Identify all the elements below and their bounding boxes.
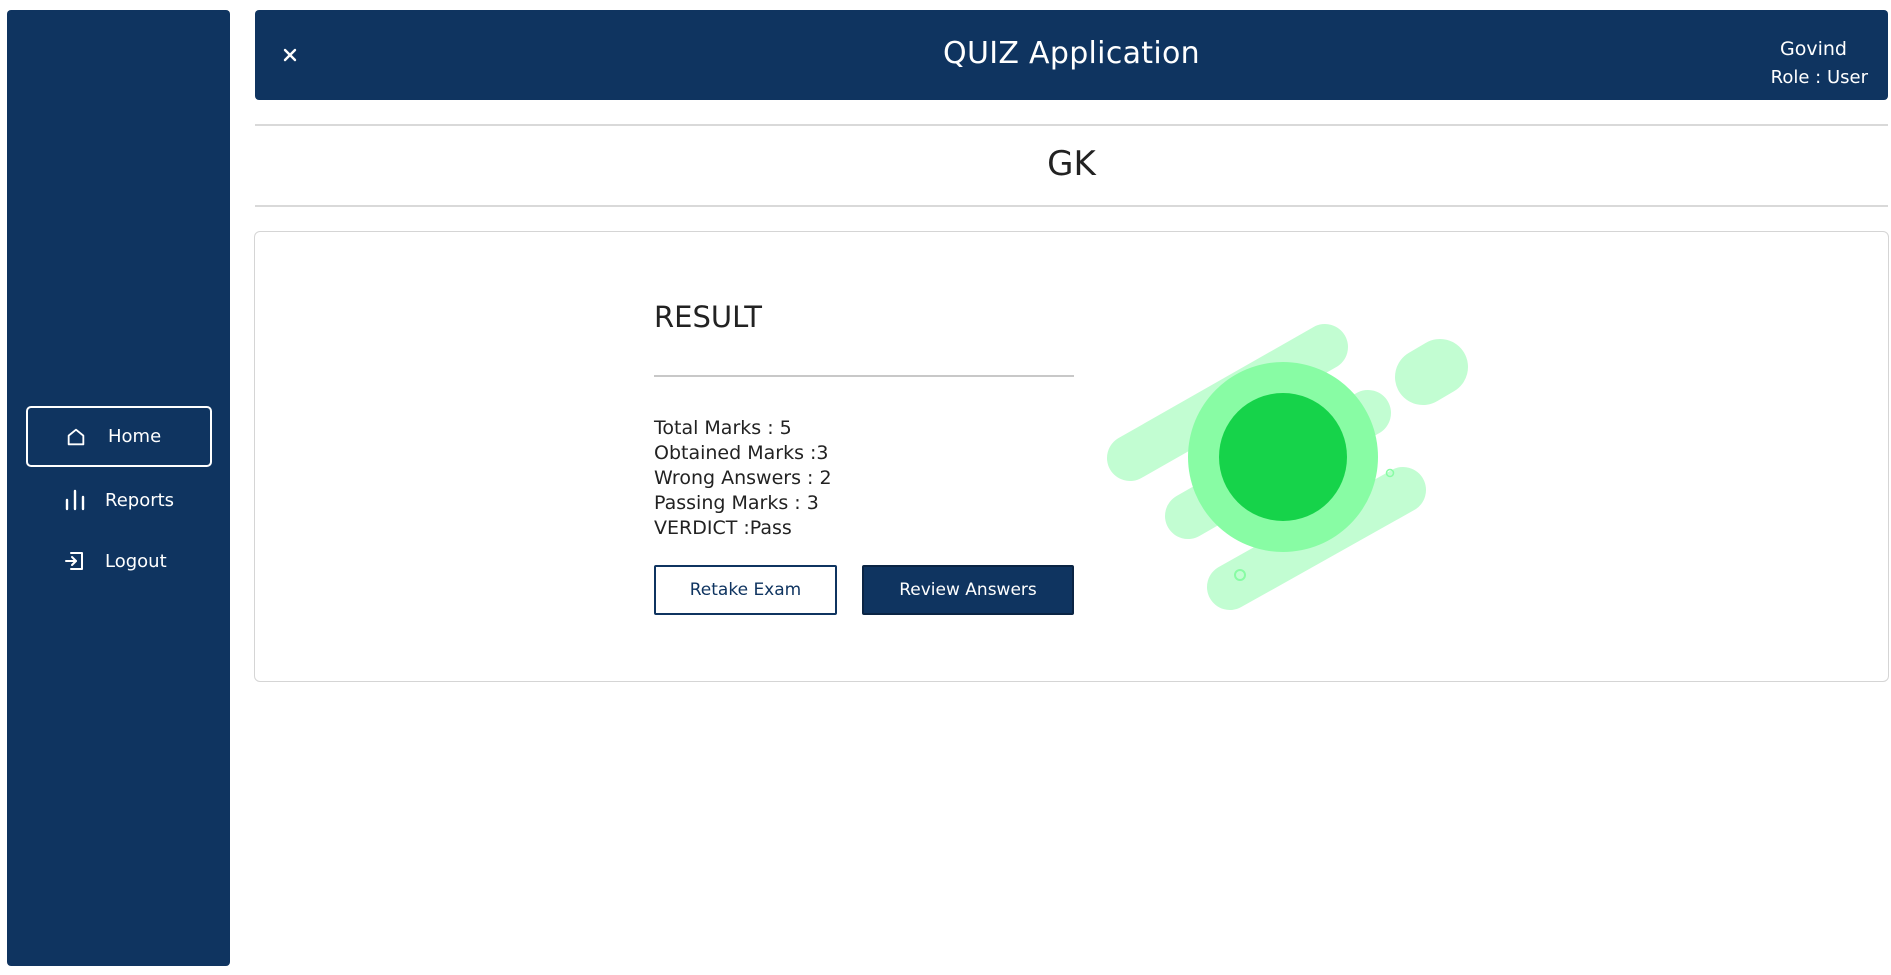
retake-exam-button[interactable]: Retake Exam — [654, 565, 837, 615]
user-role: Role : User — [1770, 67, 1868, 88]
sidebar-item-label: Reports — [105, 489, 175, 511]
result-stats: Total Marks : 5 Obtained Marks :3 Wrong … — [654, 416, 832, 541]
quiz-title: GK — [1047, 144, 1096, 184]
total-marks: Total Marks : 5 — [654, 417, 792, 439]
app-title: QUIZ Application — [943, 36, 1200, 71]
wrong-answers: Wrong Answers : 2 — [654, 467, 832, 489]
top-bar: QUIZ Application Govind Role : User — [255, 10, 1888, 100]
verdict: VERDICT :Pass — [654, 517, 792, 539]
sidebar-item-label: Home — [108, 426, 162, 447]
divider — [255, 205, 1888, 207]
sidebar-item-reports[interactable]: Reports — [26, 470, 212, 530]
obtained-marks: Obtained Marks :3 — [654, 442, 829, 464]
review-answers-button[interactable]: Review Answers — [862, 565, 1074, 615]
sidebar: Home Reports Logout — [7, 10, 230, 966]
sidebar-item-logout[interactable]: Logout — [26, 531, 212, 591]
user-name: Govind — [1780, 38, 1847, 60]
result-heading: RESULT — [654, 300, 762, 334]
divider — [255, 124, 1888, 126]
passing-marks: Passing Marks : 3 — [654, 492, 819, 514]
result-divider — [654, 375, 1074, 377]
logout-icon — [63, 549, 87, 573]
sidebar-item-label: Logout — [105, 550, 167, 572]
bar-chart-icon — [63, 488, 87, 512]
home-icon — [64, 425, 88, 449]
sidebar-item-home[interactable]: Home — [26, 406, 212, 467]
pass-illustration — [1107, 324, 1468, 610]
